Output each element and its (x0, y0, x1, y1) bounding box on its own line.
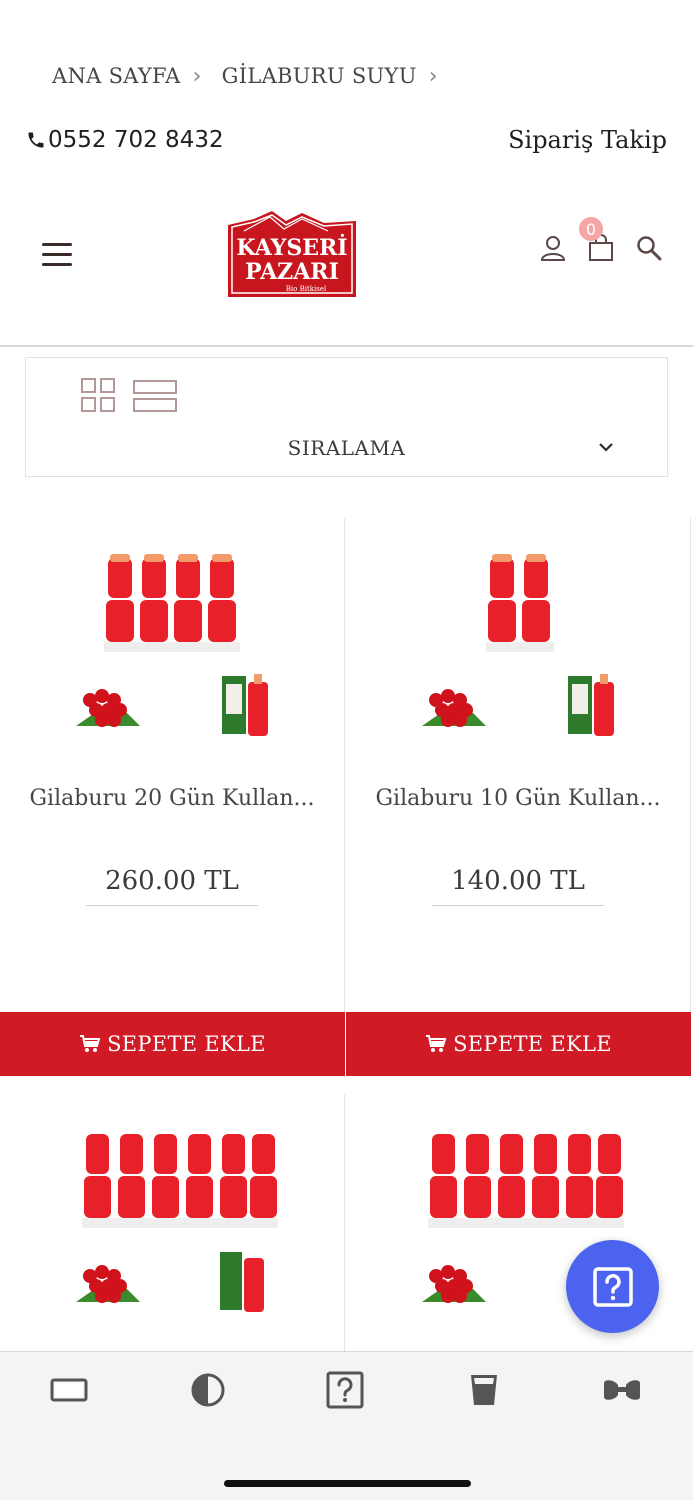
chevron-down-icon[interactable] (597, 438, 615, 456)
screen-icon (50, 1378, 88, 1402)
product-card[interactable] (0, 1094, 345, 1354)
reading-glasses-button[interactable] (600, 1370, 644, 1410)
user-icon[interactable] (539, 233, 567, 263)
sort-dropdown[interactable]: SIRALAMA (26, 436, 667, 466)
add-to-cart-label: SEPETE EKLE (453, 1032, 612, 1056)
help-icon (592, 1266, 633, 1307)
listing-toolbar: SIRALAMA (25, 357, 668, 477)
help-fab-button[interactable] (566, 1240, 659, 1333)
product-image[interactable] (416, 550, 626, 740)
order-tracking-link[interactable]: Sipariş Takip (508, 126, 667, 154)
phone-number: 0552 702 8432 (48, 127, 224, 153)
product-price: 140.00 TL (432, 866, 604, 906)
cart-icon (80, 1035, 101, 1052)
product-name[interactable]: Gilaburu 20 Gün Kullan... (0, 786, 344, 811)
breadcrumb: ANA SAYFA › GİLABURU SUYU › (52, 58, 448, 94)
help-box-icon (326, 1371, 364, 1409)
contrast-icon (191, 1373, 225, 1407)
chevron-right-icon: › (428, 63, 438, 89)
product-name[interactable]: Gilaburu 10 Gün Kullan... (346, 786, 690, 811)
grid-view-icon[interactable] (81, 378, 115, 412)
logo-line2: PAZARI (245, 259, 339, 285)
add-to-cart-label: SEPETE EKLE (107, 1032, 266, 1056)
product-image[interactable] (70, 550, 280, 740)
glass-button[interactable] (462, 1370, 506, 1410)
contact-row: 0552 702 8432 Sipariş Takip (26, 120, 667, 160)
product-card[interactable]: Gilaburu 20 Gün Kullan... 260.00 TL SEPE… (0, 518, 345, 1078)
cart-count-badge: 0 (579, 217, 603, 241)
breadcrumb-current[interactable]: GİLABURU SUYU (222, 64, 417, 88)
cart-icon (426, 1035, 447, 1052)
glass-icon (471, 1375, 497, 1405)
search-icon[interactable] (635, 233, 663, 263)
home-indicator[interactable] (224, 1480, 471, 1487)
menu-icon[interactable] (42, 243, 72, 269)
contrast-button[interactable] (186, 1370, 230, 1410)
brand-logo[interactable]: KAYSERİ PAZARI Bio Bitkisel (224, 209, 360, 301)
product-card[interactable]: Gilaburu 10 Gün Kullan... 140.00 TL SEPE… (346, 518, 691, 1078)
chevron-right-icon: › (192, 63, 202, 89)
site-header: KAYSERİ PAZARI Bio Bitkisel 0 (0, 195, 693, 347)
product-price: 260.00 TL (86, 866, 258, 906)
list-view-icon[interactable] (133, 380, 177, 412)
logo-tagline: Bio Bitkisel (286, 285, 327, 293)
phone-icon (28, 132, 44, 148)
product-image[interactable] (60, 1126, 290, 1316)
phone-link[interactable]: 0552 702 8432 (26, 127, 224, 153)
reader-view-button[interactable] (47, 1370, 91, 1410)
add-to-cart-button[interactable]: SEPETE EKLE (346, 1012, 691, 1076)
cart-button[interactable]: 0 (579, 217, 615, 263)
breadcrumb-home[interactable]: ANA SAYFA (52, 64, 181, 88)
add-to-cart-button[interactable]: SEPETE EKLE (0, 1012, 345, 1076)
glasses-icon (604, 1380, 640, 1400)
bottom-toolbar (0, 1351, 693, 1500)
help-button[interactable] (323, 1370, 367, 1410)
logo-line1: KAYSERİ (236, 233, 347, 261)
header-actions: 0 (539, 217, 663, 263)
